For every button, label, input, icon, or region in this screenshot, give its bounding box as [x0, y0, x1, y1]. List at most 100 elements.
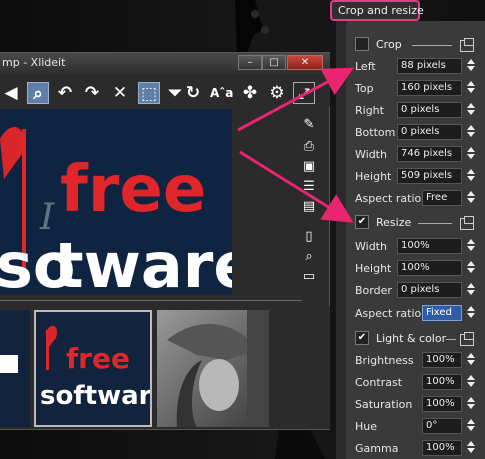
thumbnail-prev[interactable] [0, 310, 30, 427]
resize-field-border[interactable]: 0 pixels [397, 282, 462, 298]
crop-spin-top[interactable] [465, 80, 477, 96]
document-icon[interactable]: ▯ [300, 229, 318, 245]
light-color-checkbox[interactable]: ✔ [355, 331, 369, 345]
spin-up-icon[interactable] [467, 169, 475, 174]
light-spin-gamma[interactable] [465, 440, 477, 456]
spin-up-icon[interactable] [467, 81, 475, 86]
spin-up-icon[interactable] [467, 353, 475, 358]
spin-down-icon[interactable] [467, 404, 475, 409]
spin-up-icon[interactable] [467, 261, 475, 266]
light-spin-saturation[interactable] [465, 396, 477, 412]
light-color-detach-icon[interactable] [460, 332, 474, 346]
rotate-left-icon[interactable]: ↶ [54, 82, 76, 104]
resize-field-width[interactable]: 100% [397, 238, 462, 254]
spin-up-icon[interactable] [467, 283, 475, 288]
print-icon[interactable]: ⎙ [300, 139, 318, 155]
crop-field-left[interactable]: 88 pixels [397, 58, 462, 74]
image-canvas[interactable]: free tware so I [0, 109, 232, 294]
spin-down-icon[interactable] [467, 110, 475, 115]
resize-spin-height[interactable] [465, 260, 477, 276]
thumbnail-photo[interactable] [157, 310, 269, 427]
image-icon[interactable]: ▣ [300, 159, 318, 175]
crop-spin-bottom[interactable] [465, 124, 477, 140]
move-icon[interactable]: ✤ [239, 82, 261, 104]
spin-up-icon[interactable] [467, 419, 475, 424]
folder-icon[interactable]: ▭ [300, 269, 318, 285]
list-icon[interactable]: ☰ [300, 179, 318, 195]
spin-down-icon[interactable] [467, 448, 475, 453]
spin-up-icon[interactable] [467, 441, 475, 446]
crop-field-right[interactable]: 0 pixels [397, 102, 462, 118]
window-titlebar[interactable]: mp - Xlideit – □ ✕ [0, 53, 330, 73]
spin-up-icon[interactable] [467, 147, 475, 152]
crop-spin-right[interactable] [465, 102, 477, 118]
toolbar: ◀ ⌕ ↶ ↷ ✕ ⬚ ⏷ ↻ Aˆa ✤ ⚙ ⤢ [0, 81, 330, 107]
light-spin-hue[interactable] [465, 418, 477, 434]
spin-down-icon[interactable] [467, 426, 475, 431]
crop-field-width[interactable]: 746 pixels [397, 146, 462, 162]
light-field-gamma[interactable]: 100% [422, 440, 462, 456]
spin-down-icon[interactable] [467, 132, 475, 137]
crop-spin-height[interactable] [465, 168, 477, 184]
search-document-icon[interactable]: ⌕ [300, 249, 318, 265]
close-button[interactable]: ✕ [287, 55, 323, 70]
crop-aspect-spin[interactable] [465, 190, 477, 206]
spin-down-icon[interactable] [467, 176, 475, 181]
spin-up-icon[interactable] [467, 191, 475, 196]
text-size-icon[interactable]: Aˆa [210, 82, 233, 104]
light-field-hue[interactable]: 0° [422, 418, 462, 434]
settings-icon[interactable]: ⚙ [266, 82, 288, 104]
crop-icon[interactable]: ⬚ [138, 82, 160, 104]
delete-icon[interactable]: ✕ [109, 82, 131, 104]
spin-down-icon[interactable] [467, 66, 475, 71]
maximize-button[interactable]: □ [262, 55, 286, 70]
spin-down-icon[interactable] [467, 198, 475, 203]
spin-up-icon[interactable] [467, 375, 475, 380]
spin-down-icon[interactable] [467, 313, 475, 318]
thumbnail-selected[interactable]: free software [34, 310, 152, 427]
refresh-icon[interactable]: ↻ [182, 82, 204, 104]
light-field-saturation[interactable]: 100% [422, 396, 462, 412]
minimize-button[interactable]: – [238, 55, 262, 70]
crop-field-height[interactable]: 509 pixels [397, 168, 462, 184]
fullscreen-icon[interactable]: ⤢ [293, 82, 315, 104]
light-spin-contrast[interactable] [465, 374, 477, 390]
resize-aspect-spin[interactable] [465, 305, 477, 321]
crop-field-bottom[interactable]: 0 pixels [397, 124, 462, 140]
thumbnail-logo-free: free [66, 342, 130, 375]
rotate-right-icon[interactable]: ↷ [81, 82, 103, 104]
edit-icon[interactable]: ✎ [300, 117, 318, 133]
resize-detach-icon[interactable] [460, 216, 474, 230]
crop-checkbox[interactable] [355, 37, 369, 51]
spin-down-icon[interactable] [467, 88, 475, 93]
crop-detach-icon[interactable] [460, 38, 474, 52]
spin-down-icon[interactable] [467, 268, 475, 273]
resize-field-height[interactable]: 100% [397, 260, 462, 276]
spin-up-icon[interactable] [467, 103, 475, 108]
crop-field-top[interactable]: 160 pixels [397, 80, 462, 96]
spin-down-icon[interactable] [467, 154, 475, 159]
spin-down-icon[interactable] [467, 382, 475, 387]
spin-down-icon[interactable] [467, 246, 475, 251]
zoom-icon[interactable]: ⌕ [27, 82, 49, 104]
crop-aspect-select[interactable]: Free [422, 190, 462, 206]
panel-title[interactable]: Crop and resize [330, 0, 424, 21]
light-field-brightness[interactable]: 100% [422, 352, 462, 368]
resize-checkbox[interactable]: ✔ [355, 215, 369, 229]
spin-up-icon[interactable] [467, 306, 475, 311]
save-icon[interactable]: ▤ [300, 199, 318, 215]
spin-up-icon[interactable] [467, 125, 475, 130]
spin-up-icon[interactable] [467, 239, 475, 244]
spin-down-icon[interactable] [467, 360, 475, 365]
light-field-contrast[interactable]: 100% [422, 374, 462, 390]
previous-icon[interactable]: ◀ [0, 82, 22, 104]
spin-up-icon[interactable] [467, 59, 475, 64]
crop-spin-width[interactable] [465, 146, 477, 162]
spin-down-icon[interactable] [467, 290, 475, 295]
resize-spin-width[interactable] [465, 238, 477, 254]
resize-aspect-select[interactable]: Fixed [422, 305, 462, 321]
light-spin-brightness[interactable] [465, 352, 477, 368]
resize-spin-border[interactable] [465, 282, 477, 298]
crop-spin-left[interactable] [465, 58, 477, 74]
spin-up-icon[interactable] [467, 397, 475, 402]
